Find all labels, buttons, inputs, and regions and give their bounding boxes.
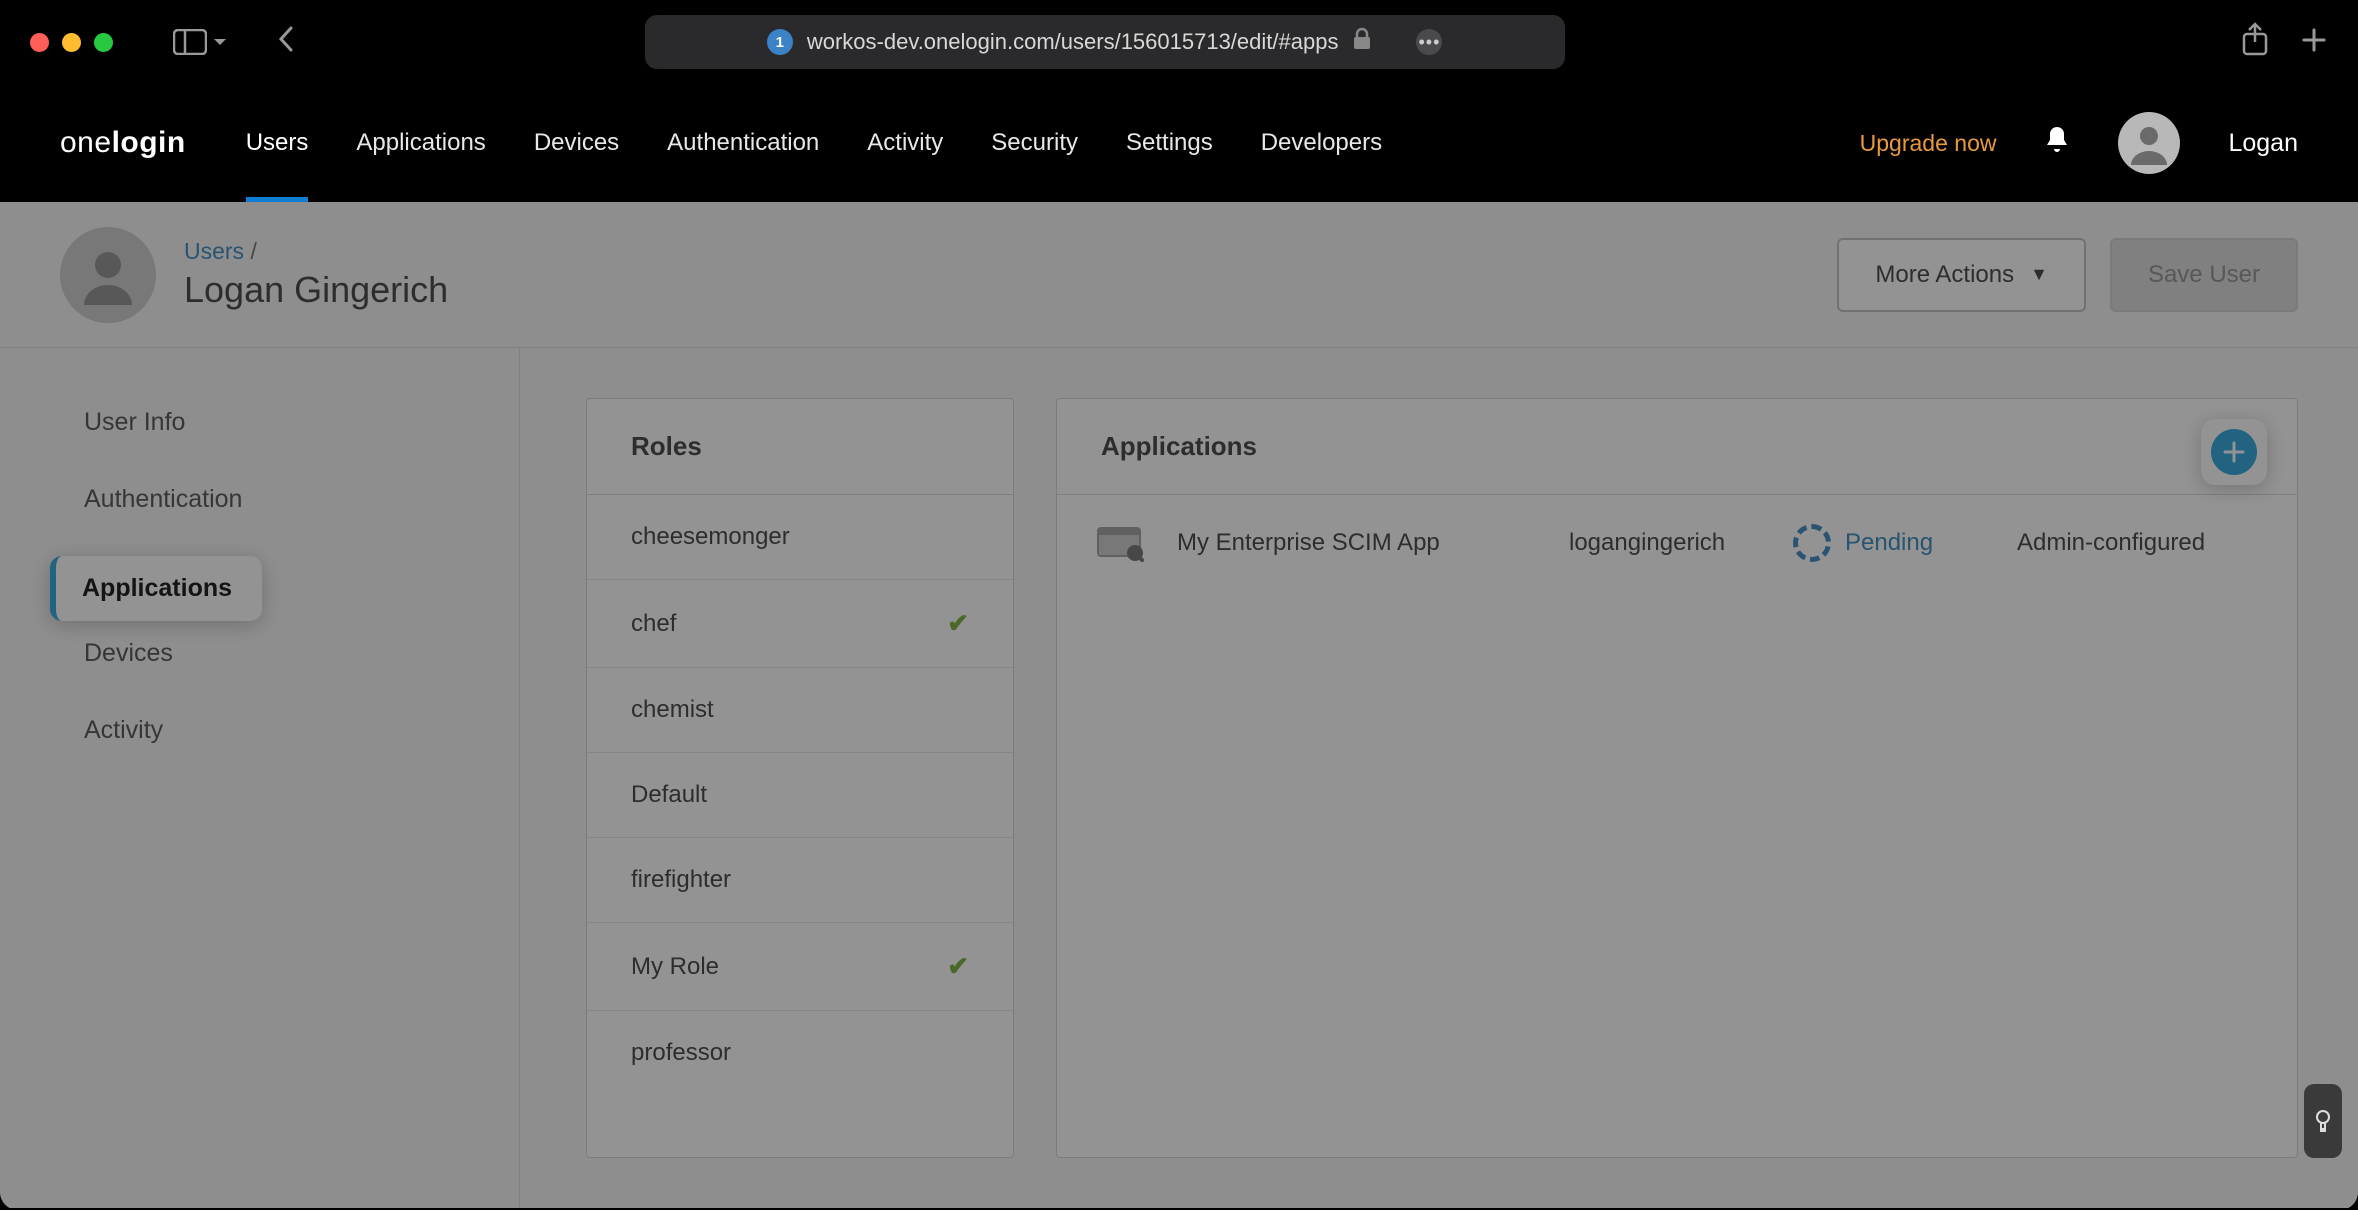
top-navigation: onelogin Users Applications Devices Auth…	[0, 84, 2358, 202]
tab-count-badge: 1	[767, 29, 793, 55]
side-item-devices[interactable]: Devices	[0, 615, 519, 692]
roles-panel: Roles cheesemonger chef✔ chemist Default…	[586, 398, 1014, 1158]
check-icon: ✔	[947, 951, 969, 982]
brand-logo[interactable]: onelogin	[60, 126, 186, 160]
side-item-user-info[interactable]: User Info	[0, 384, 519, 461]
save-user-button[interactable]: Save User	[2110, 238, 2298, 312]
applications-panel: Applications My Enterprise SCIM App loga…	[1056, 398, 2298, 1158]
user-avatar-large	[60, 227, 156, 323]
nav-users[interactable]: Users	[246, 84, 309, 202]
chevron-down-icon: ▼	[2030, 264, 2048, 285]
user-side-nav: User Info Authentication Applications De…	[0, 348, 520, 1208]
app-status: Pending	[1793, 524, 1993, 562]
window-controls	[30, 33, 113, 52]
app-username: logangingerich	[1569, 529, 1769, 557]
nav-devices[interactable]: Devices	[534, 84, 619, 202]
role-row[interactable]: chef✔	[587, 580, 1013, 668]
nav-applications[interactable]: Applications	[356, 84, 485, 202]
role-row[interactable]: professor	[587, 1011, 1013, 1095]
nav-settings[interactable]: Settings	[1126, 84, 1213, 202]
role-row[interactable]: chemist	[587, 668, 1013, 753]
breadcrumb-parent[interactable]: Users	[184, 238, 244, 264]
upgrade-link[interactable]: Upgrade now	[1860, 130, 1997, 157]
app-icon	[1097, 519, 1145, 567]
pending-spinner-icon	[1793, 524, 1831, 562]
breadcrumb[interactable]: Users /	[184, 238, 448, 265]
nav-security[interactable]: Security	[991, 84, 1078, 202]
user-avatar[interactable]	[2118, 112, 2180, 174]
role-row[interactable]: cheesemonger	[587, 495, 1013, 580]
app-name: My Enterprise SCIM App	[1177, 529, 1545, 557]
sidebar-toggle-button[interactable]	[173, 29, 227, 55]
side-item-applications[interactable]: Applications	[50, 556, 262, 621]
notifications-button[interactable]	[2044, 125, 2070, 162]
app-config: Admin-configured	[2017, 529, 2257, 557]
page-header: Users / Logan Gingerich More Actions ▼ S…	[0, 202, 2358, 348]
lock-icon	[1352, 27, 1372, 57]
check-icon: ✔	[947, 608, 969, 639]
site-settings-button[interactable]: •••	[1416, 29, 1442, 55]
roles-heading: Roles	[587, 399, 1013, 495]
role-row[interactable]: My Role✔	[587, 923, 1013, 1011]
applications-heading: Applications	[1057, 399, 2297, 495]
help-button[interactable]	[2304, 1084, 2342, 1158]
side-item-authentication[interactable]: Authentication	[0, 461, 519, 538]
add-application-button[interactable]	[2211, 429, 2257, 475]
nav-activity[interactable]: Activity	[867, 84, 943, 202]
user-menu[interactable]: Logan	[2228, 129, 2298, 158]
application-row[interactable]: My Enterprise SCIM App logangingerich Pe…	[1057, 495, 2297, 591]
address-bar[interactable]: 1 workos-dev.onelogin.com/users/15601571…	[645, 15, 1565, 69]
breadcrumb-separator: /	[250, 238, 256, 264]
back-button[interactable]	[277, 24, 297, 61]
browser-chrome: 1 workos-dev.onelogin.com/users/15601571…	[0, 0, 2358, 84]
add-application-highlight	[2201, 419, 2267, 485]
more-actions-button[interactable]: More Actions ▼	[1837, 238, 2086, 312]
role-row[interactable]: firefighter	[587, 838, 1013, 923]
maximize-window-button[interactable]	[94, 33, 113, 52]
nav-authentication[interactable]: Authentication	[667, 84, 819, 202]
close-window-button[interactable]	[30, 33, 49, 52]
minimize-window-button[interactable]	[62, 33, 81, 52]
role-row[interactable]: Default	[587, 753, 1013, 838]
share-button[interactable]	[2240, 22, 2270, 63]
nav-developers[interactable]: Developers	[1261, 84, 1382, 202]
url-text: workos-dev.onelogin.com/users/156015713/…	[807, 29, 1339, 55]
side-item-activity[interactable]: Activity	[0, 692, 519, 769]
new-tab-button[interactable]	[2300, 26, 2328, 59]
page-title: Logan Gingerich	[184, 269, 448, 311]
